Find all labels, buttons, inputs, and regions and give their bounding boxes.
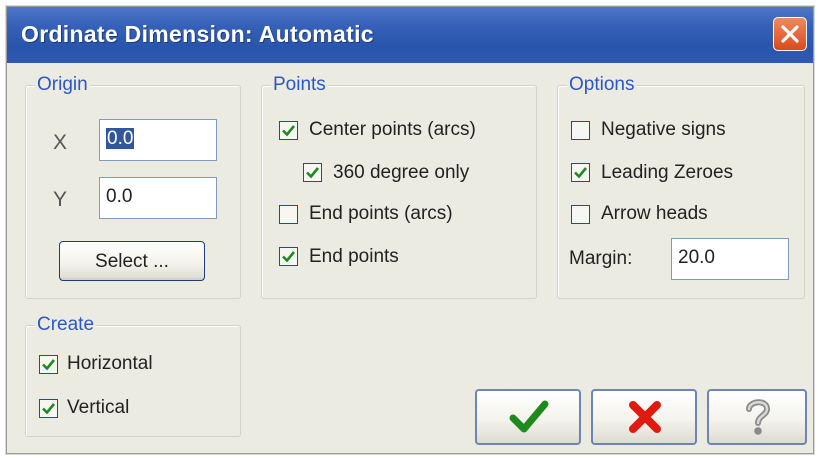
select-button[interactable]: Select ... xyxy=(59,241,205,281)
360-degree-checkbox[interactable] xyxy=(303,163,322,182)
x-input-value: 0.0 xyxy=(106,128,135,149)
margin-input[interactable]: 20.0 xyxy=(671,238,789,280)
horizontal-checkbox[interactable] xyxy=(39,355,58,374)
end-points-label: End points xyxy=(309,246,399,267)
center-points-label: Center points (arcs) xyxy=(309,119,476,140)
dialog-window: Ordinate Dimension: Automatic Origin X 0… xyxy=(6,6,814,454)
cancel-button[interactable] xyxy=(591,389,697,445)
vertical-label: Vertical xyxy=(67,397,130,418)
horizontal-label: Horizontal xyxy=(67,353,153,374)
end-points-arcs-label: End points (arcs) xyxy=(309,203,453,224)
window-title: Ordinate Dimension: Automatic xyxy=(21,21,374,47)
checkmark-icon xyxy=(42,359,56,371)
y-input-value: 0.0 xyxy=(106,186,133,207)
arrow-heads-label: Arrow heads xyxy=(601,203,708,224)
points-legend: Points xyxy=(271,74,328,96)
margin-label: Margin: xyxy=(569,248,633,269)
help-button[interactable] xyxy=(707,389,807,445)
close-button[interactable] xyxy=(773,17,807,51)
end-points-checkbox[interactable] xyxy=(279,247,298,266)
negative-signs-label: Negative signs xyxy=(601,119,726,140)
origin-legend: Origin xyxy=(35,74,90,96)
checkmark-icon xyxy=(574,167,588,179)
ok-button[interactable] xyxy=(475,389,581,445)
title-bar[interactable]: Ordinate Dimension: Automatic xyxy=(7,7,813,63)
options-legend: Options xyxy=(567,74,637,96)
leading-zeroes-checkbox[interactable] xyxy=(571,163,590,182)
select-button-label: Select ... xyxy=(95,251,169,272)
checkmark-icon xyxy=(282,251,296,263)
end-points-arcs-checkbox[interactable] xyxy=(279,205,298,224)
close-icon xyxy=(781,25,799,43)
create-group xyxy=(25,325,241,437)
y-input[interactable]: 0.0 xyxy=(99,177,217,219)
checkmark-icon xyxy=(509,400,549,433)
checkmark-icon xyxy=(306,167,320,179)
create-legend: Create xyxy=(35,314,97,336)
checkmark-icon xyxy=(42,403,56,415)
y-label: Y xyxy=(53,188,68,211)
leading-zeroes-label: Leading Zeroes xyxy=(601,162,734,183)
red-x-icon xyxy=(629,401,661,433)
checkmark-icon xyxy=(282,125,296,137)
question-mark-icon xyxy=(746,399,771,435)
x-label: X xyxy=(53,131,68,154)
360-degree-label: 360 degree only xyxy=(333,162,470,183)
points-group xyxy=(261,85,537,299)
negative-signs-checkbox[interactable] xyxy=(571,121,590,140)
vertical-checkbox[interactable] xyxy=(39,399,58,418)
center-points-checkbox[interactable] xyxy=(279,121,298,140)
margin-input-value: 20.0 xyxy=(678,247,715,268)
arrow-heads-checkbox[interactable] xyxy=(571,205,590,224)
x-input[interactable]: 0.0 xyxy=(99,119,217,161)
